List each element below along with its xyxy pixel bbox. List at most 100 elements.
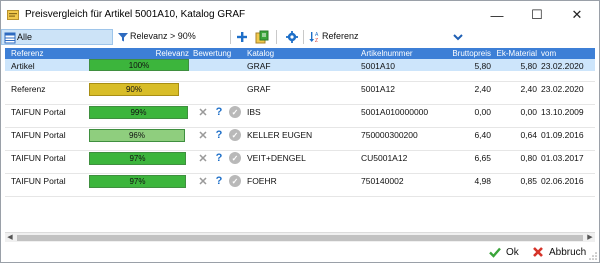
reject-icon[interactable]: ✕ <box>197 106 209 119</box>
column-header-vom[interactable]: vom <box>541 48 591 59</box>
horizontal-scrollbar[interactable]: ◀ ▶ <box>5 232 595 242</box>
filter-icon <box>116 30 130 44</box>
relevance-value: 97% <box>129 177 146 186</box>
cell-referenz: TAIFUN Portal <box>11 176 66 186</box>
relevance-bar: 97% <box>89 175 186 188</box>
cell-referenz: TAIFUN Portal <box>11 107 66 117</box>
cell-bruttopreis: 6,65 <box>474 153 491 163</box>
cell-bruttopreis: 6,40 <box>474 130 491 140</box>
cell-ek-material: 0,00 <box>520 107 537 117</box>
settings-icon[interactable] <box>285 30 299 44</box>
close-button[interactable]: ✕ <box>557 1 597 29</box>
cell-referenz: Referenz <box>11 84 46 94</box>
view-label: Alle <box>17 32 33 42</box>
cell-ek-material: 0,85 <box>520 176 537 186</box>
cell-katalog: FOEHR <box>247 176 277 186</box>
cell-referenz: TAIFUN Portal <box>11 130 66 140</box>
cell-artikelnummer: 5001A10 <box>361 61 396 71</box>
ok-button[interactable]: Ok <box>489 243 519 261</box>
column-header-ek-material[interactable]: Ek-Material <box>493 48 537 59</box>
column-header-katalog[interactable]: Katalog <box>247 48 337 59</box>
table-row[interactable]: Artikel GRAF 5001A10 5,80 5,80 23.02.2020 100% <box>5 59 595 71</box>
toolbar-separator <box>303 30 304 44</box>
confirm-icon[interactable]: ✓ <box>229 152 241 164</box>
cell-katalog: KELLER EUGEN <box>247 130 313 140</box>
question-icon[interactable]: ? <box>213 152 225 164</box>
relevance-bar: 96% <box>89 129 185 142</box>
cell-vom: 23.02.2020 <box>541 84 584 94</box>
relevance-value: 90% <box>125 85 142 94</box>
toolbar-separator <box>230 30 231 44</box>
cell-katalog: VEIT+DENGEL <box>247 153 306 163</box>
cell-katalog: GRAF <box>247 61 271 71</box>
catalog-search-icon[interactable] <box>255 30 269 44</box>
cell-artikelnummer: 5001A010000000 <box>361 107 429 117</box>
column-header-artikelnummer[interactable]: Artikelnummer <box>361 48 441 59</box>
reject-icon[interactable]: ✕ <box>197 152 209 165</box>
cell-referenz: TAIFUN Portal <box>11 153 66 163</box>
filter-selector[interactable]: Relevanz > 90% <box>115 29 227 45</box>
table-row[interactable]: TAIFUN Portal KELLER EUGEN 750000300200 6,4… <box>5 128 595 151</box>
table-row[interactable]: Referenz GRAF 5001A12 2,40 2,40 23.02.2020 90% <box>5 82 595 105</box>
cell-vom: 23.02.2020 <box>541 61 584 71</box>
filter-label: Relevanz > 90% <box>130 31 196 41</box>
cell-bruttopreis: 0,00 <box>474 107 491 117</box>
table-row[interactable]: TAIFUN Portal FOEHR 750140002 4,98 0,85 02.06… <box>5 174 595 197</box>
table-row[interactable]: TAIFUN Portal VEIT+DENGEL CU5001A12 6,65 0,8… <box>5 151 595 174</box>
reject-icon[interactable]: ✕ <box>197 129 209 142</box>
question-icon[interactable]: ? <box>213 175 225 187</box>
toolbar-separator <box>276 30 277 44</box>
add-icon[interactable] <box>235 30 249 44</box>
cell-artikelnummer: 750000300200 <box>361 130 418 140</box>
cell-bruttopreis: 2,40 <box>474 84 491 94</box>
price-comparison-grid: Referenz Relevanz Bewertung Katalog Arti… <box>5 48 595 233</box>
minimize-button[interactable]: — <box>477 1 517 29</box>
cell-vom: 02.06.2016 <box>541 176 584 186</box>
cell-bruttopreis: 5,80 <box>474 61 491 71</box>
cell-ek-material: 0,80 <box>520 153 537 163</box>
ok-label: Ok <box>506 246 519 258</box>
cell-ek-material: 0,64 <box>520 130 537 140</box>
cell-katalog: GRAF <box>247 84 271 94</box>
scrollbar-thumb[interactable] <box>17 235 583 241</box>
maximize-button[interactable]: ☐ <box>517 1 557 29</box>
row-divider <box>5 196 595 197</box>
window-title: Preisvergleich für Artikel 5001A10, Kata… <box>25 9 246 20</box>
cell-katalog: IBS <box>247 107 261 117</box>
relevance-value: 99% <box>130 108 147 117</box>
reject-icon[interactable]: ✕ <box>197 175 209 188</box>
relevance-value: 96% <box>128 131 145 140</box>
cell-artikelnummer: 750140002 <box>361 176 404 186</box>
svg-text:Z: Z <box>315 38 318 43</box>
column-header-bruttopreis[interactable]: Bruttopreis <box>443 48 491 59</box>
cell-vom: 01.03.2017 <box>541 153 584 163</box>
question-icon[interactable]: ? <box>213 106 225 118</box>
cell-artikelnummer: CU5001A12 <box>361 153 408 163</box>
sort-label: Referenz <box>322 31 359 41</box>
confirm-icon[interactable]: ✓ <box>229 106 241 118</box>
title-bar: Preisvergleich für Artikel 5001A10, Kata… <box>1 1 599 29</box>
column-header-relevanz[interactable]: Relevanz <box>89 48 189 59</box>
column-header-bewertung[interactable]: Bewertung <box>193 48 243 59</box>
relevance-bar: 99% <box>89 106 188 119</box>
resize-grip-icon[interactable] <box>589 252 597 260</box>
relevance-bar: 100% <box>89 59 189 71</box>
app-icon <box>7 9 19 21</box>
view-selector[interactable]: Alle <box>1 29 113 45</box>
table-row[interactable]: TAIFUN Portal IBS 5001A010000000 0,00 0,00 13… <box>5 105 595 128</box>
scroll-left-icon[interactable]: ◀ <box>5 233 15 243</box>
cell-artikelnummer: 5001A12 <box>361 84 396 94</box>
grid-header: Referenz Relevanz Bewertung Katalog Arti… <box>5 48 595 59</box>
scroll-right-icon[interactable]: ▶ <box>585 233 595 243</box>
cell-vom: 13.10.2009 <box>541 107 584 117</box>
chevron-down-icon[interactable] <box>451 30 465 44</box>
question-icon[interactable]: ? <box>213 129 225 141</box>
cancel-button[interactable]: Abbruch <box>532 243 586 261</box>
sort-selector[interactable]: AZ Referenz <box>307 29 467 45</box>
grid-view-icon <box>3 31 17 45</box>
column-header-referenz[interactable]: Referenz <box>11 48 87 59</box>
confirm-icon[interactable]: ✓ <box>229 175 241 187</box>
checkmark-icon <box>489 246 501 258</box>
cancel-label: Abbruch <box>549 246 587 258</box>
confirm-icon[interactable]: ✓ <box>229 129 241 141</box>
